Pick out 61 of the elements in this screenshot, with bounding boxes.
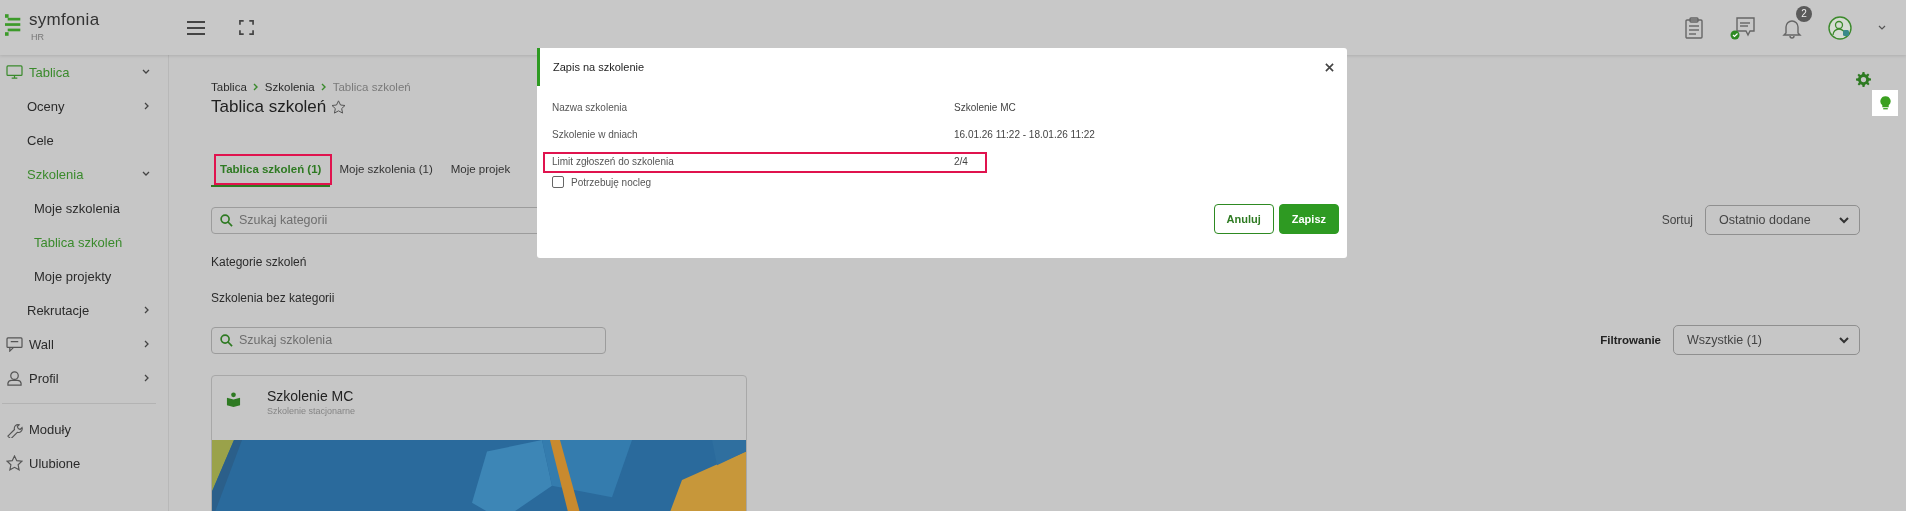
sidebar-item[interactable]: Cele (0, 123, 168, 157)
settings-icon[interactable] (1856, 72, 1871, 87)
logo-text: symfonia (29, 9, 100, 30)
dialog-title: Zapis na szkolenie (553, 61, 645, 73)
sort-dropdown[interactable]: Ostatnio dodane (1705, 205, 1860, 235)
star-icon[interactable] (331, 99, 347, 115)
sidebar-item[interactable]: Moje szkolenia (0, 191, 168, 225)
monitor-icon (6, 64, 23, 80)
card-title: Szkolenie MC (267, 388, 355, 404)
filter-dropdown[interactable]: Wszystkie (1) (1673, 325, 1860, 355)
caret-icon[interactable] (1878, 25, 1886, 30)
chevron-right-icon (320, 83, 327, 91)
chevron-right-icon (252, 83, 259, 91)
sidebar-item[interactable]: Ulubione (0, 446, 168, 480)
book-icon (226, 392, 241, 407)
filter-label: Filtrowanie (1600, 334, 1661, 346)
search-icon (220, 213, 233, 227)
field-value: 16.01.26 11:22 - 18.01.26 11:22 (954, 129, 1095, 140)
star-icon (6, 454, 23, 472)
chat-icon (6, 336, 23, 352)
search-icon (220, 333, 233, 347)
field-label: Szkolenie w dniach (552, 129, 639, 140)
avatar-icon[interactable] (1828, 15, 1852, 40)
close-icon[interactable] (1325, 62, 1334, 72)
sidebar-item[interactable]: Oceny (0, 89, 168, 123)
clipboard-icon[interactable] (1684, 16, 1704, 39)
lightbulb-icon (1879, 95, 1891, 111)
training-card[interactable]: Szkolenie MC Szkolenie stacjonarne (211, 375, 747, 511)
dialog-button[interactable]: Zapisz (1278, 204, 1339, 234)
sidebar-item[interactable]: Moduły (0, 412, 168, 446)
sidebar-item[interactable]: Moje projekty (0, 259, 168, 293)
sidebar-item[interactable]: Rekrutacje (0, 293, 168, 327)
field-label: Nazwa szkolenia (552, 102, 629, 113)
fullscreen-icon[interactable] (239, 20, 254, 35)
tab[interactable]: Moje projek (441, 155, 520, 187)
field-value: Szkolenie MC (954, 102, 1016, 113)
checkbox[interactable] (552, 176, 564, 188)
person-icon (6, 370, 23, 386)
section-heading: Szkolenia bez kategorii (211, 291, 336, 305)
breadcrumb-link[interactable]: Tablica (211, 81, 247, 93)
menu-icon[interactable] (187, 20, 205, 35)
page-title: Tablica szkoleń (211, 97, 327, 117)
section-heading: Kategorie szkoleń (211, 255, 308, 269)
card-subtitle: Szkolenie stacjonarne (267, 406, 356, 416)
caret-icon (1839, 216, 1849, 224)
tab[interactable]: Moje szkolenia (1) (330, 155, 442, 187)
dialog-button[interactable]: Anuluj (1213, 204, 1274, 234)
logo-subtitle: HR (31, 31, 45, 42)
breadcrumb-link[interactable]: Szkolenia (264, 81, 315, 93)
tip-button[interactable] (1872, 90, 1898, 116)
sidebar-item[interactable]: Wall (0, 327, 168, 361)
logo-icon (5, 13, 23, 36)
caret-icon (1839, 336, 1849, 344)
field-value: 2/4 (954, 156, 968, 167)
search-field[interactable]: Szukaj szkolenia (211, 326, 606, 354)
checkbox-label: Potrzebuję nocleg (571, 176, 652, 188)
sidebar-item[interactable]: Profil (0, 361, 168, 395)
chat-icon[interactable] (1730, 15, 1756, 40)
field-label: Limit zgłoszeń do szkolenia (552, 156, 675, 167)
sort-label: Sortuj (1661, 213, 1693, 227)
notification-badge: 2 (1796, 5, 1812, 22)
